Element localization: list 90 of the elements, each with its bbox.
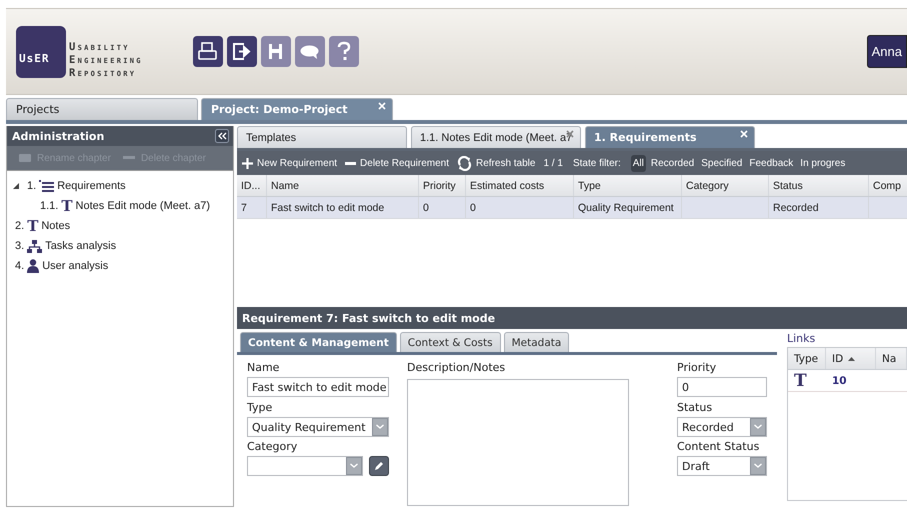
chapter-item[interactable]: Notes [41, 220, 70, 232]
table-cell: Fast switch to edit mode [267, 197, 419, 218]
delete-requirement-button[interactable]: Delete Requirement [345, 158, 449, 168]
sidebar-title: Administration [12, 130, 104, 142]
description-field[interactable] [407, 379, 629, 506]
printer-button[interactable] [192, 36, 223, 67]
collapse-button[interactable] [215, 129, 229, 143]
chapter-number: 2. [15, 220, 24, 232]
column-header[interactable]: Type [574, 175, 682, 196]
field-label: Priority [677, 360, 718, 376]
caret-icon [750, 418, 766, 436]
list-icon [39, 180, 54, 192]
field-label: Status [677, 400, 714, 416]
state-filter-button[interactable]: Specified [699, 154, 744, 172]
chapter-item[interactable]: User analysis [42, 260, 108, 272]
table-cell: Quality Requirement [574, 197, 682, 218]
project-tab[interactable]: Project: Demo-Project [201, 98, 393, 120]
state-filter-button[interactable]: In progres [798, 154, 848, 172]
caret-icon [372, 418, 388, 436]
table-cell-text: 10 [831, 374, 848, 388]
user-button[interactable]: Anna [866, 35, 907, 68]
column-header[interactable]: Name [267, 175, 419, 196]
dropdown-field[interactable] [247, 456, 363, 476]
dropdown-field[interactable]: Quality Requirement [247, 417, 389, 437]
chapter-number: 4. [15, 260, 24, 272]
links-title: Links [787, 331, 816, 347]
text-type-icon: T [27, 219, 38, 233]
column-header[interactable]: Type [788, 348, 826, 369]
hierarchy-icon [27, 240, 42, 252]
chapter-number: 1.1. [40, 200, 58, 212]
chapter-item[interactable]: Tasks analysis [45, 240, 116, 252]
detail-tab[interactable]: Content & Management [240, 332, 397, 352]
logo-mark: UsER [16, 26, 66, 78]
sort-ascending-icon [848, 356, 856, 361]
field-label: Content Status [677, 439, 760, 455]
column-header[interactable]: Na [876, 348, 907, 369]
document-tab[interactable]: 1. Requirements [585, 126, 755, 148]
detail-tab[interactable]: Metadata [504, 332, 570, 352]
refresh-table-button[interactable]: Refresh table [456, 156, 536, 170]
detail-tab[interactable]: Context & Costs [400, 332, 501, 352]
chapter-number: 1. [27, 180, 36, 192]
text-type-icon: T [61, 199, 73, 213]
new-requirement-button[interactable]: New Requirement [242, 158, 338, 168]
caret-icon [346, 457, 362, 475]
chapter-item[interactable]: Requirements [57, 180, 126, 192]
caret-icon [750, 457, 766, 475]
minus-icon [345, 162, 356, 164]
minus-icon [122, 156, 135, 160]
text-type-icon: T [794, 374, 807, 388]
field-label: Description/Notes [407, 360, 506, 376]
column-header[interactable]: Category [682, 175, 769, 196]
dropdown-field[interactable]: Recorded [677, 417, 767, 437]
refresh-icon [456, 156, 472, 170]
column-header[interactable]: Estimated costs [466, 175, 574, 196]
project-tab[interactable]: Projects [6, 98, 198, 120]
column-header[interactable]: Status [769, 175, 869, 196]
expand-toggle[interactable] [12, 182, 20, 190]
document-tab[interactable]: Templates [237, 126, 407, 148]
field-label: Type [247, 400, 274, 416]
table-cell: 7 [237, 197, 267, 218]
table-row[interactable]: 7 Fast switch to edit mode 0 0 Quality Requirement Recorded [237, 197, 907, 219]
state-filter-label: State filter: [572, 158, 621, 168]
field-label: Category [247, 439, 298, 455]
edit-button[interactable] [369, 456, 389, 476]
column-header[interactable]: Comp [869, 175, 907, 196]
text-field[interactable]: Fast switch to edit mode [247, 377, 389, 397]
state-filter-button[interactable]: Recorded [648, 154, 696, 172]
exit-button[interactable] [226, 36, 257, 67]
plus-icon [242, 158, 253, 168]
chapter-number: 3. [15, 240, 24, 252]
logo-text: Engineering [69, 54, 143, 66]
logo-text: Usability [69, 40, 131, 54]
dropdown-field[interactable]: Draft [677, 456, 767, 476]
column-header[interactable]: ID... [237, 175, 267, 196]
person-icon [27, 259, 40, 273]
column-header[interactable]: ID [826, 348, 876, 369]
table-cell: 0 [419, 197, 466, 218]
card-icon [19, 154, 31, 162]
column-header[interactable]: Priority [419, 175, 466, 196]
pencil-icon [374, 461, 384, 471]
detail-header: Requirement 7: Fast switch to edit mode [237, 307, 907, 329]
state-filter-button[interactable]: Feedback [747, 154, 796, 172]
table-cell: 0 [466, 197, 574, 218]
chapter-item[interactable]: Notes Edit mode (Meet. a7) [76, 200, 210, 212]
text-field[interactable]: 0 [677, 377, 767, 397]
state-filter-button[interactable]: All [630, 154, 646, 172]
page-indicator: 1 / 1 [543, 158, 563, 168]
logo-text: Repository [69, 66, 138, 80]
table-cell: Recorded [769, 197, 869, 218]
field-label: Name [247, 360, 280, 376]
